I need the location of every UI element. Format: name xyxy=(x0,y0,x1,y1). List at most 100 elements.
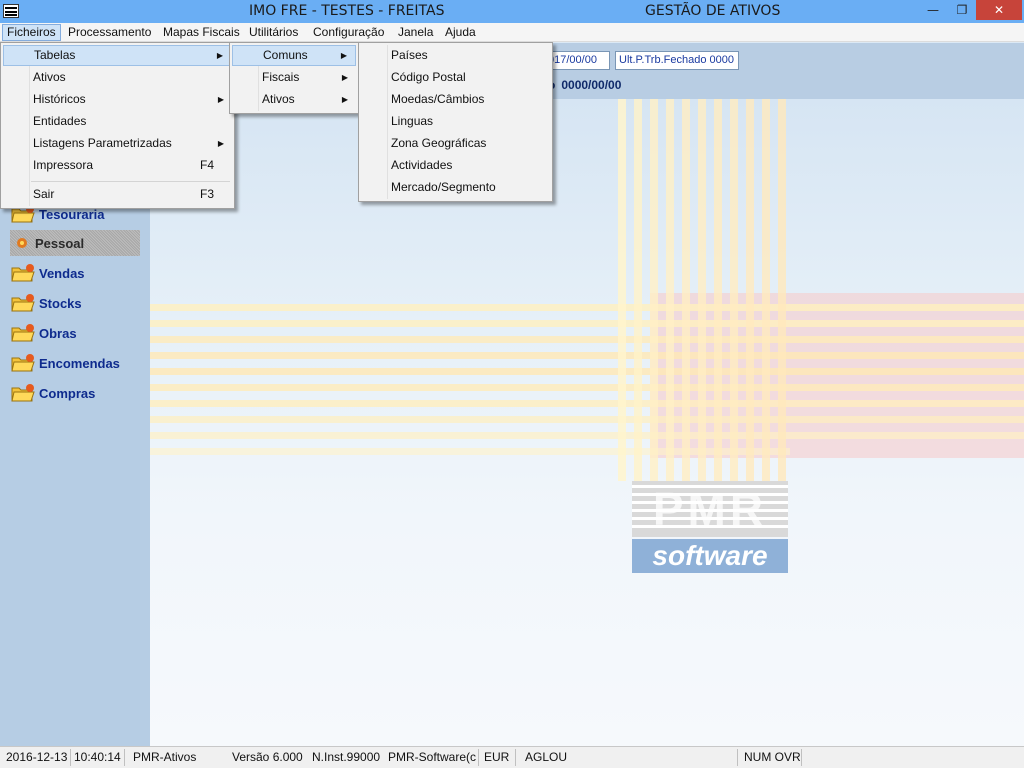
menu-item-label: Actividades xyxy=(391,158,453,172)
status-keys: NUM OVR xyxy=(744,750,801,764)
menu-item-label: Tabelas xyxy=(34,48,76,62)
menu-utilitarios[interactable]: Utilitários xyxy=(245,24,302,41)
menu-item-label: Fiscais xyxy=(262,70,300,84)
title-bar: IMO FRE - TESTES - FREITAS GESTÃO DE ATI… xyxy=(0,0,1024,23)
folder-icon xyxy=(10,292,36,314)
menu-item-moedas[interactable]: Moedas/Câmbios xyxy=(361,89,550,110)
ficheiros-dropdown: Tabelas ▶ Ativos Históricos ▶ Entidades … xyxy=(0,42,235,209)
app-icon[interactable] xyxy=(3,4,19,18)
stripe xyxy=(150,384,1024,391)
stripe xyxy=(150,352,1024,359)
menu-processamento[interactable]: Processamento xyxy=(64,24,155,41)
sidebar-item-vendas[interactable]: Vendas xyxy=(10,260,85,286)
sidebar-item-label: Obras xyxy=(39,325,77,341)
menu-item-ativos-sub[interactable]: Ativos ▶ xyxy=(232,89,356,110)
menu-item-listagens[interactable]: Listagens Parametrizadas ▶ xyxy=(3,133,232,154)
menu-ajuda[interactable]: Ajuda xyxy=(441,24,480,41)
menu-item-shortcut: F4 xyxy=(199,158,214,172)
sidebar-item-compras[interactable]: Compras xyxy=(10,380,95,406)
menu-item-label: Entidades xyxy=(33,114,87,128)
menu-bar: Ficheiros Processamento Mapas Fiscais Ut… xyxy=(0,23,1024,42)
vstripe xyxy=(698,99,706,481)
vstripe xyxy=(682,99,690,481)
app-title: GESTÃO DE ATIVOS xyxy=(645,3,781,19)
menu-configuracao[interactable]: Configuração xyxy=(309,24,388,41)
status-time: 10:40:14 xyxy=(74,750,121,764)
vstripe xyxy=(666,99,674,481)
sidebar-item-stocks[interactable]: Stocks xyxy=(10,290,82,316)
vstripe xyxy=(762,99,770,481)
menu-mapas-fiscais[interactable]: Mapas Fiscais xyxy=(159,24,244,41)
minimize-button[interactable]: — xyxy=(918,0,948,20)
sidebar-item-pessoal: Pessoal xyxy=(10,230,140,256)
sidebar-item-label: Vendas xyxy=(39,265,85,281)
vstripe xyxy=(714,99,722,481)
menu-item-label: Sair xyxy=(33,187,55,201)
sidebar-item-encomendas[interactable]: Encomendas xyxy=(10,350,120,376)
stripe xyxy=(150,304,1024,311)
menu-item-fiscais[interactable]: Fiscais ▶ xyxy=(232,67,356,88)
workspace: PMR software xyxy=(150,99,1024,746)
sidebar-item-label: Stocks xyxy=(39,295,82,311)
menu-item-zona-geograficas[interactable]: Zona Geográficas xyxy=(361,133,550,154)
menu-ficheiros[interactable]: Ficheiros xyxy=(2,24,61,41)
menu-item-comuns[interactable]: Comuns ▶ xyxy=(232,45,356,66)
vstripe xyxy=(618,99,626,481)
stripe xyxy=(150,368,1024,375)
menu-item-impressora[interactable]: Impressora F4 xyxy=(3,155,232,176)
status-bar: 2016-12-13 10:40:14 PMR-Ativos Versão 6.… xyxy=(0,746,1024,768)
logo-top-text: PMR xyxy=(652,483,768,535)
status-date: 2016-12-13 xyxy=(6,750,68,764)
menu-item-sair[interactable]: Sair F3 xyxy=(3,184,232,205)
folder-icon xyxy=(10,262,36,284)
logo-bottom-text: software xyxy=(652,540,768,571)
menu-item-entidades[interactable]: Entidades xyxy=(3,111,232,132)
folder-icon xyxy=(12,232,32,254)
closed-period-field[interactable]: Ult.P.Trb.Fechado 0000 xyxy=(615,51,739,70)
status-divider xyxy=(801,749,802,766)
menu-item-label: Comuns xyxy=(263,48,308,62)
menu-separator xyxy=(31,181,230,182)
menu-item-historicos[interactable]: Históricos ▶ xyxy=(3,89,232,110)
period-date-value: 0000/00/00 xyxy=(561,78,622,92)
menu-item-ativos[interactable]: Ativos xyxy=(3,67,232,88)
menu-item-actividades[interactable]: Actividades xyxy=(361,155,550,176)
stripe xyxy=(150,400,1024,407)
submenu-arrow-icon: ▶ xyxy=(341,95,348,104)
vstripe xyxy=(650,99,658,481)
status-divider xyxy=(124,749,125,766)
menu-janela[interactable]: Janela xyxy=(394,24,437,41)
menu-item-label: Listagens Parametrizadas xyxy=(33,136,172,150)
stripe xyxy=(150,416,1024,423)
sidebar-item-label: Encomendas xyxy=(39,355,120,371)
menu-item-label: Moedas/Câmbios xyxy=(391,92,485,106)
status-module: PMR-Ativos xyxy=(133,750,197,764)
folder-icon xyxy=(10,382,36,404)
menu-item-codigo-postal[interactable]: Código Postal xyxy=(361,67,550,88)
menu-item-label: Linguas xyxy=(391,114,434,128)
period-field[interactable]: 017/00/00 xyxy=(544,51,610,70)
status-installation: N.Inst.99000 xyxy=(312,750,381,764)
menu-item-linguas[interactable]: Linguas xyxy=(361,111,550,132)
menu-item-paises[interactable]: Países xyxy=(361,45,550,66)
menu-item-mercado-segmento[interactable]: Mercado/Segmento xyxy=(361,177,550,198)
stripe xyxy=(150,336,1024,343)
menu-item-label: Históricos xyxy=(33,92,86,106)
menu-item-label: Impressora xyxy=(33,158,94,172)
close-button[interactable]: ✕ xyxy=(976,0,1022,20)
submenu-arrow-icon: ▶ xyxy=(341,73,348,82)
sidebar-item-obras[interactable]: Obras xyxy=(10,320,77,346)
stripe xyxy=(150,448,790,455)
menu-item-label: Ativos xyxy=(262,92,295,106)
tabelas-submenu: Comuns ▶ Fiscais ▶ Ativos ▶ xyxy=(229,42,359,114)
status-divider xyxy=(70,749,71,766)
submenu-arrow-icon: ▶ xyxy=(217,139,224,148)
status-divider xyxy=(478,749,479,766)
folder-icon xyxy=(10,352,36,374)
stripe xyxy=(150,320,1024,327)
menu-item-label: Zona Geográficas xyxy=(391,136,487,150)
status-version: Versão 6.000 xyxy=(232,750,303,764)
menu-item-tabelas[interactable]: Tabelas ▶ xyxy=(3,45,232,66)
restore-button[interactable]: ❐ xyxy=(948,0,976,20)
sidebar-item-label: Compras xyxy=(39,385,96,401)
